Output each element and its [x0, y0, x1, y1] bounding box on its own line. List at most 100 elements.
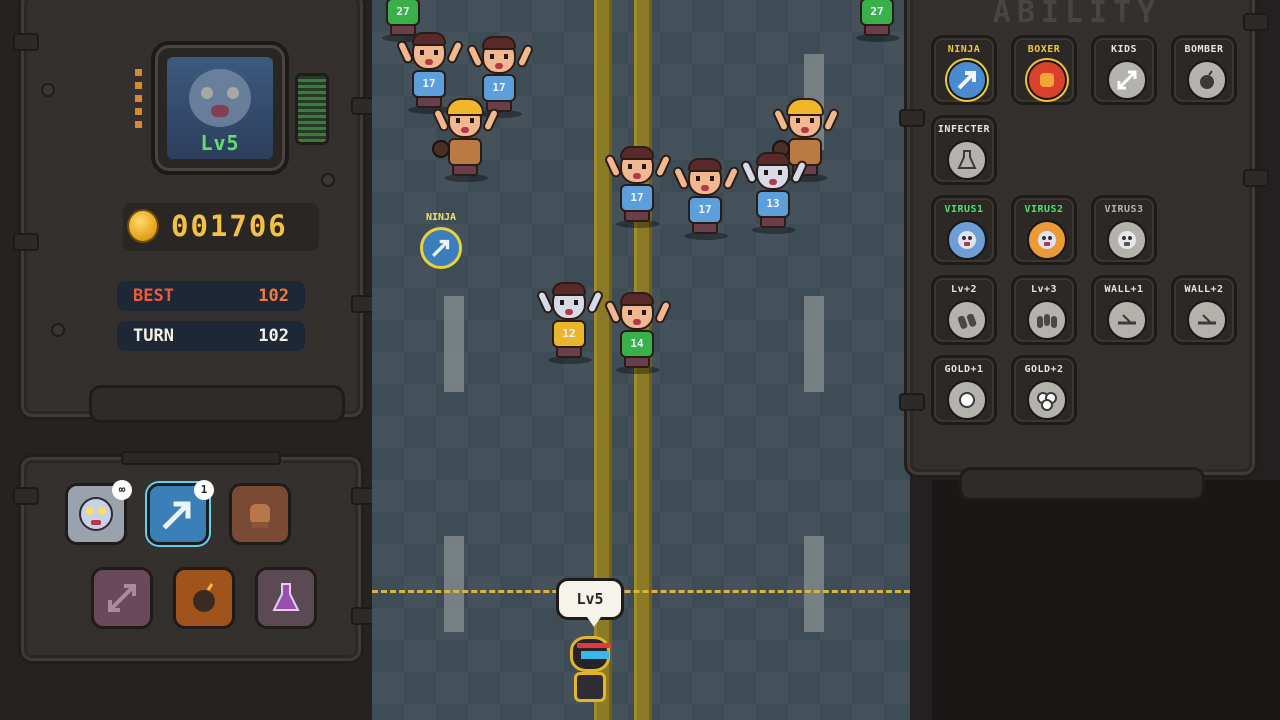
bracket [899, 393, 925, 411]
bracket [13, 33, 39, 51]
person-number: 17 [482, 74, 516, 102]
panel-top-strip [121, 451, 281, 465]
ability-label: Lv+3 [1030, 284, 1058, 295]
ability-boxer[interactable]: BOXER [1011, 35, 1077, 105]
ninja-pickup[interactable]: NINJA [420, 212, 462, 269]
flask-icon [947, 140, 987, 180]
ability-label: BOMBER [1184, 44, 1224, 55]
player-level-display: Lv5 [200, 131, 240, 155]
ninja-pickup-label: NINJA [425, 212, 457, 223]
person-number: 27 [860, 0, 894, 26]
ability-label: VIRUS2 [1024, 204, 1064, 215]
ability-virus3[interactable]: VIRUS3 [1091, 195, 1157, 265]
bomb-icon [193, 583, 215, 612]
monitor-screen: Lv5 [167, 57, 273, 159]
person-number: 27 [386, 0, 420, 26]
ninja-character [568, 636, 612, 708]
coin-value: 001706 [171, 209, 288, 243]
ninja-arrow-icon [420, 227, 462, 269]
ability-virus2[interactable]: VIRUS2 [1011, 195, 1077, 265]
ninja-arrow-icon [162, 501, 191, 530]
infecter-skill-slot[interactable] [255, 567, 317, 629]
kids-skill-slot[interactable] [91, 567, 153, 629]
rivet [321, 173, 335, 187]
gold-coin-icon [947, 380, 987, 420]
ability-ninja[interactable]: NINJA [931, 35, 997, 105]
gold-coins-icon [1027, 380, 1067, 420]
skill-count-badge: 1 [194, 480, 214, 500]
bracket [1243, 169, 1269, 187]
ability-gold-plus-2[interactable]: GOLD+2 [1011, 355, 1077, 425]
ability-label: Lv+2 [950, 284, 978, 295]
skill-panel: ∞ 1 [13, 451, 377, 664]
fist-icon [250, 504, 270, 528]
wall-icon [1107, 300, 1147, 340]
ability-lv-plus-2[interactable]: Lv+2 [931, 275, 997, 345]
ability-label: GOLD+1 [944, 364, 984, 375]
ability-panel-title: ABILITY [992, 0, 1162, 30]
defense-line [372, 590, 910, 593]
pills-icon [1027, 300, 1067, 340]
coin-counter: 001706 [123, 203, 319, 251]
panel-shadow [932, 480, 1280, 720]
ability-kids[interactable]: KIDS [1091, 35, 1157, 105]
kids-arrows-icon [108, 584, 136, 612]
player-ninja[interactable]: Lv5 [554, 578, 626, 720]
virus-face-icon [1027, 220, 1067, 260]
ability-gold-plus-1[interactable]: GOLD+1 [931, 355, 997, 425]
bomb-icon [1187, 60, 1227, 100]
ability-lv-plus-3[interactable]: Lv+3 [1011, 275, 1077, 345]
person-number: 17 [620, 184, 654, 212]
pills-icon [947, 300, 987, 340]
wall-icon [1187, 300, 1227, 340]
coin-icon [127, 209, 159, 243]
person-number: 14 [620, 330, 654, 358]
road-playfield[interactable]: NINJA 27 27 17 17 17 17 13 12 14 Lv5 [372, 0, 910, 720]
fist-icon [1027, 60, 1067, 100]
ability-infecter[interactable]: INFECTER [931, 115, 997, 185]
zombie-face-icon [189, 69, 251, 127]
panel-foot [89, 385, 345, 423]
zombie-skill-slot[interactable]: ∞ [65, 480, 132, 545]
person-number: 17 [412, 70, 446, 98]
rivet [41, 83, 55, 97]
miner-person [431, 98, 501, 184]
human-person: 27 [846, 0, 910, 44]
bracket [1243, 13, 1269, 31]
person-number: 17 [688, 196, 722, 224]
best-score-row: BEST 102 [117, 281, 305, 311]
player-level-bubble: Lv5 [556, 578, 624, 627]
bracket [13, 233, 39, 251]
ability-label: BOXER [1027, 44, 1061, 55]
bracket [13, 487, 39, 505]
ability-label: WALL+1 [1104, 284, 1144, 295]
virus-face-icon [947, 220, 987, 260]
lane-marking [444, 536, 464, 632]
lane-marking [444, 296, 464, 392]
ninja-arrow-icon [947, 60, 987, 100]
ability-label: VIRUS1 [944, 204, 984, 215]
ability-label: GOLD+2 [1024, 364, 1064, 375]
ability-label: INFECTER [937, 124, 991, 135]
turn-row: TURN 102 [117, 321, 305, 351]
bomber-skill-slot[interactable] [173, 567, 235, 629]
human-person: 17 [671, 158, 741, 242]
boxer-skill-slot[interactable] [229, 483, 291, 545]
ability-wall-plus-1[interactable]: WALL+1 [1091, 275, 1157, 345]
human-person: 14 [603, 292, 673, 376]
stat-panel: Lv5 001706 BEST 102 TURN 102 [13, 0, 377, 423]
turn-value: 102 [258, 326, 289, 346]
person-number: 13 [756, 190, 790, 218]
ability-bomber[interactable]: BOMBER [1171, 35, 1237, 105]
ability-wall-plus-2[interactable]: WALL+2 [1171, 275, 1237, 345]
ability-label: NINJA [947, 44, 981, 55]
ability-label: WALL+2 [1184, 284, 1224, 295]
lane-marking [804, 296, 824, 392]
zombie-face-icon [79, 497, 113, 531]
panel-foot [959, 467, 1205, 501]
ability-label: VIRUS3 [1104, 204, 1144, 215]
turn-label: TURN [133, 326, 174, 346]
person-number: 12 [552, 320, 586, 348]
ninja-skill-slot[interactable]: 1 [147, 480, 214, 545]
ability-virus1[interactable]: VIRUS1 [931, 195, 997, 265]
